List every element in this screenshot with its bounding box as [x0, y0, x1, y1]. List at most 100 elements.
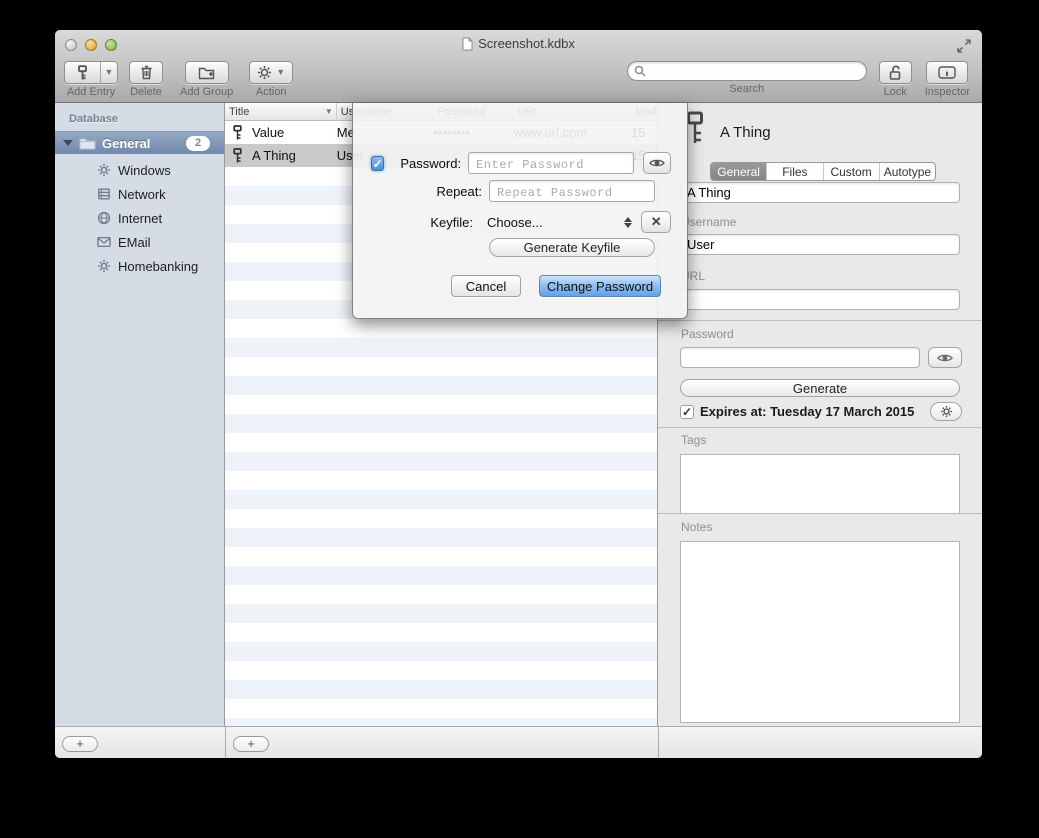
reveal-password-button[interactable] — [928, 347, 962, 368]
sidebar-item-homebanking[interactable]: Homebanking — [55, 254, 224, 278]
sidebar-group-general[interactable]: General 2 — [55, 131, 224, 154]
keyfile-value: Choose... — [480, 215, 543, 230]
reveal-password-button[interactable] — [643, 152, 671, 174]
pane-divider — [658, 727, 659, 758]
keyfile-popup[interactable]: Choose... — [480, 215, 632, 230]
fullscreen-icon[interactable] — [956, 38, 972, 54]
sidebar-item-internet[interactable]: Internet — [55, 206, 224, 230]
section-divider — [658, 320, 982, 321]
envelope-icon — [97, 236, 111, 248]
document-icon — [462, 37, 473, 51]
app-window: Screenshot.kdbx ▼ Add Entry — [55, 30, 982, 758]
disclosure-triangle-icon[interactable] — [63, 140, 73, 146]
password-label: Password — [681, 327, 734, 341]
password-field[interactable] — [680, 347, 920, 368]
lock-open-icon — [888, 65, 903, 81]
change-password-button[interactable]: Change Password — [539, 275, 661, 297]
delete-button[interactable] — [129, 61, 163, 84]
sidebar-item-label: Internet — [118, 211, 162, 226]
add-group-button[interactable] — [185, 61, 229, 84]
section-divider — [658, 513, 982, 514]
sidebar: Database General 2 Windows Net — [55, 103, 225, 726]
generate-button[interactable]: Generate — [680, 379, 960, 397]
entry-title: A Thing — [720, 124, 771, 141]
action-button[interactable]: ▼ — [249, 61, 293, 84]
info-icon — [938, 66, 956, 79]
key-plus-icon — [65, 62, 100, 83]
folder-plus-icon — [198, 66, 215, 80]
sidebar-item-label: EMail — [118, 235, 151, 250]
eye-icon — [649, 158, 665, 168]
gear-icon — [97, 259, 111, 273]
sidebar-item-windows[interactable]: Windows — [55, 158, 224, 182]
sheet-repeat-input[interactable] — [489, 180, 655, 202]
notes-input[interactable] — [680, 541, 960, 723]
sidebar-item-network[interactable]: Network — [55, 182, 224, 206]
add-entry-label: Add Entry — [67, 86, 115, 98]
sidebar-item-label: Windows — [118, 163, 171, 178]
delete-label: Delete — [130, 86, 162, 98]
eye-icon — [937, 353, 953, 363]
expires-label: Expires at: Tuesday 17 March 2015 — [700, 404, 914, 419]
toolbar: ▼ Add Entry Delete — [55, 58, 982, 102]
window-title: Screenshot.kdbx — [478, 36, 575, 51]
tab-files[interactable]: Files — [767, 163, 823, 180]
sidebar-item-label: Network — [118, 187, 166, 202]
add-group-plus-button[interactable]: + — [62, 736, 98, 752]
action-label: Action — [256, 86, 287, 98]
server-icon — [97, 187, 111, 201]
inspector-tabs: General Files Custom Autotype — [710, 162, 936, 181]
tab-custom[interactable]: Custom — [824, 163, 880, 180]
change-password-sheet: ✓ Password: Repeat: Keyfile: Choose... ✕ — [352, 103, 688, 319]
tab-general[interactable]: General — [711, 163, 767, 180]
sheet-password-label: Password: — [384, 156, 461, 171]
generate-keyfile-button[interactable]: Generate Keyfile — [489, 238, 655, 257]
clear-keyfile-button[interactable]: ✕ — [641, 211, 671, 233]
add-entry-button[interactable]: ▼ — [64, 61, 118, 84]
sheet-password-input[interactable] — [468, 152, 634, 174]
lock-button[interactable] — [879, 61, 912, 84]
folder-icon — [79, 137, 96, 150]
tab-autotype[interactable]: Autotype — [880, 163, 935, 180]
gear-icon — [940, 405, 953, 418]
section-divider — [658, 427, 982, 428]
expires-checkbox[interactable]: ✓ — [680, 405, 694, 419]
sidebar-item-label: Homebanking — [118, 259, 198, 274]
pane-divider — [225, 727, 226, 758]
username-field[interactable] — [680, 234, 960, 255]
notes-label: Notes — [681, 520, 712, 534]
stepper-icon[interactable] — [624, 217, 632, 228]
url-field[interactable] — [680, 289, 960, 310]
sheet-repeat-label: Repeat: — [371, 184, 482, 199]
window-chrome: Screenshot.kdbx ▼ Add Entry — [55, 30, 982, 103]
sidebar-item-email[interactable]: EMail — [55, 230, 224, 254]
sort-indicator-icon: ▼ — [325, 107, 333, 116]
key-icon — [686, 111, 704, 144]
add-entry-plus-button[interactable]: + — [233, 736, 269, 752]
chevron-down-icon[interactable]: ▼ — [100, 62, 117, 83]
add-group-label: Add Group — [180, 86, 233, 98]
expires-options-button[interactable] — [930, 402, 962, 421]
sidebar-section-header: Database — [55, 103, 224, 131]
bottom-bar: + + — [55, 726, 982, 758]
group-count-badge: 2 — [186, 136, 210, 151]
gear-icon — [257, 65, 272, 80]
tags-label: Tags — [681, 433, 706, 447]
inspector-button[interactable] — [926, 61, 968, 84]
search-label: Search — [729, 83, 764, 95]
column-header-title[interactable]: Title▼ — [225, 103, 337, 120]
close-icon: ✕ — [651, 214, 662, 230]
expires-row: ✓ Expires at: Tuesday 17 March 2015 — [680, 404, 914, 419]
search-input[interactable] — [650, 64, 860, 78]
window-title-group: Screenshot.kdbx — [55, 36, 982, 51]
search-field[interactable] — [627, 61, 867, 81]
titlebar[interactable]: Screenshot.kdbx — [55, 30, 982, 58]
sheet-keyfile-label: Keyfile: — [371, 215, 473, 230]
username-label: Username — [681, 215, 736, 229]
sidebar-group-label: General — [102, 136, 150, 151]
title-field[interactable] — [680, 182, 960, 203]
password-enabled-checkbox[interactable]: ✓ — [371, 156, 384, 171]
cancel-button[interactable]: Cancel — [451, 275, 521, 297]
trash-icon — [140, 65, 153, 80]
tags-input[interactable] — [680, 454, 960, 513]
